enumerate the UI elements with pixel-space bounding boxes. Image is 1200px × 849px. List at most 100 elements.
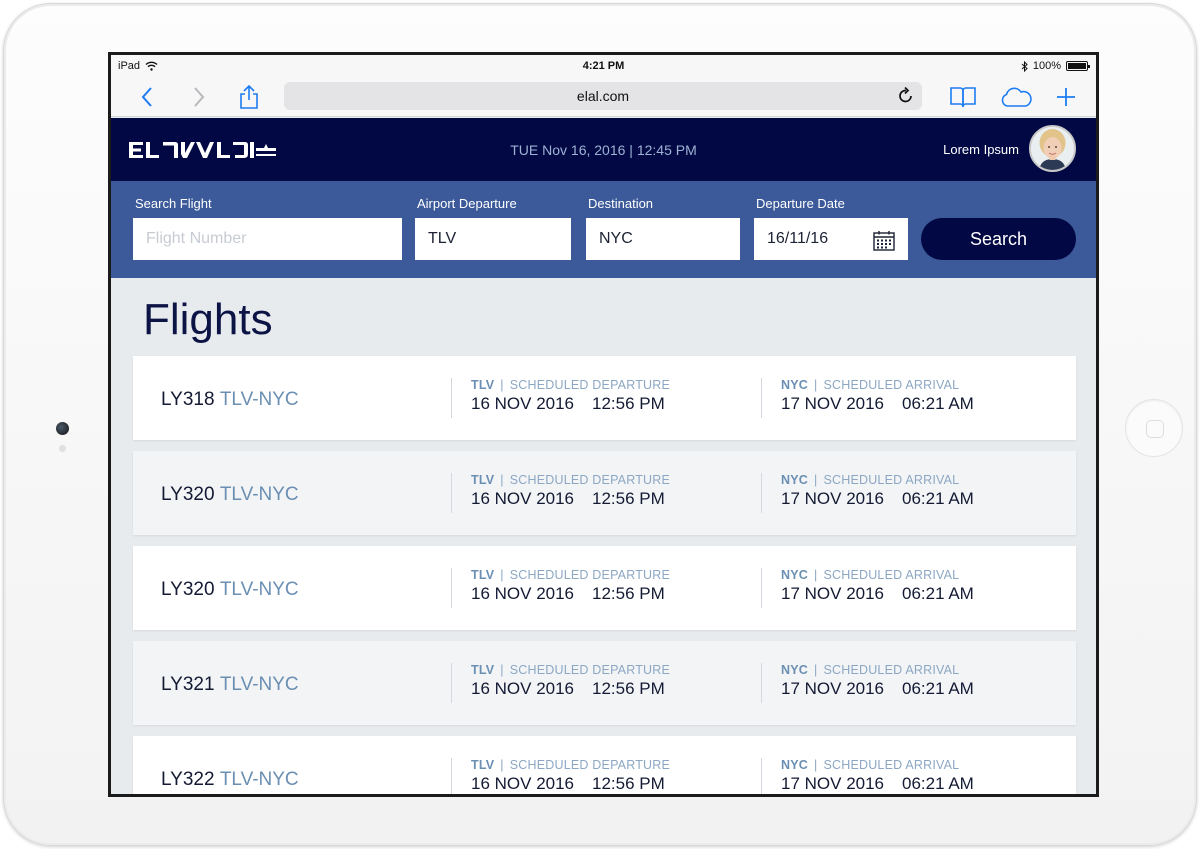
cloud-icon [1001, 87, 1032, 107]
screen: iPad 4:21 PM 100% elal.com TUE Nov 16, 2… [108, 52, 1099, 797]
departure-info: TLV | SCHEDULED DEPARTURE 16 NOV 2016 12:56… [451, 378, 670, 418]
departure-status-label: SCHEDULED DEPARTURE [509, 568, 671, 582]
bookmarks-button[interactable] [949, 83, 977, 111]
arrival-time: 06:21 AM [902, 394, 974, 413]
flight-row[interactable]: LY320 TLV-NYC TLV | SCHEDULED DEPARTURE 16… [133, 546, 1076, 630]
departure-date: 16 NOV 2016 [471, 774, 575, 793]
departure-status-label: SCHEDULED DEPARTURE [509, 758, 671, 772]
departure-airport-input[interactable] [415, 218, 571, 260]
destination-input[interactable] [586, 218, 740, 260]
arrival-time: 06:21 AM [902, 584, 974, 603]
flight-number: LY320 [161, 579, 215, 600]
departure-time: 12:56 PM [592, 774, 665, 793]
new-tab-button[interactable] [1055, 83, 1077, 111]
departure-airport-label: Airport Departure [417, 196, 517, 211]
departure-status-label: SCHEDULED DEPARTURE [509, 378, 671, 392]
arrival-time: 06:21 AM [902, 774, 974, 793]
flight-list: LY318 TLV-NYC TLV | SCHEDULED DEPARTURE 16… [133, 356, 1076, 794]
arrival-code: NYC [781, 568, 808, 582]
flight-number: LY320 [161, 484, 215, 505]
share-icon [240, 85, 258, 109]
search-button[interactable]: Search [921, 218, 1076, 260]
arrival-date: 17 NOV 2016 [781, 679, 885, 698]
departure-time: 12:56 PM [592, 584, 665, 603]
reload-icon [899, 86, 912, 103]
page-title: Flights [143, 295, 273, 344]
flight-row[interactable]: LY318 TLV-NYC TLV | SCHEDULED DEPARTURE 16… [133, 356, 1076, 440]
reload-button[interactable] [898, 86, 914, 107]
status-bar: iPad 4:21 PM 100% [111, 55, 1096, 77]
departure-code: TLV [471, 473, 495, 487]
arrival-status-label: SCHEDULED ARRIVAL [823, 378, 960, 392]
light-sensor [59, 445, 66, 452]
departure-time: 12:56 PM [592, 679, 665, 698]
arrival-time: 06:21 AM [902, 489, 974, 508]
flight-code: LY322 TLV-NYC [161, 769, 299, 791]
flight-number-label: Search Flight [135, 196, 212, 211]
arrival-status-label: SCHEDULED ARRIVAL [823, 568, 960, 582]
back-icon [141, 87, 152, 107]
bookmarks-icon [950, 87, 976, 108]
new-tab-icon [1057, 88, 1075, 106]
arrival-info: NYC | SCHEDULED ARRIVAL 17 NOV 2016 06:21 A… [761, 663, 974, 703]
forward-icon [194, 87, 205, 107]
address-bar[interactable]: elal.com [284, 82, 922, 110]
departure-info: TLV | SCHEDULED DEPARTURE 16 NOV 2016 12:56… [451, 663, 670, 703]
back-button[interactable] [137, 83, 157, 111]
arrival-status-label: SCHEDULED ARRIVAL [823, 758, 960, 772]
flight-number: LY322 [161, 769, 215, 790]
arrival-code: NYC [781, 378, 808, 392]
departure-date: 16 NOV 2016 [471, 679, 575, 698]
departure-status-label: SCHEDULED DEPARTURE [509, 663, 671, 677]
departure-info: TLV | SCHEDULED DEPARTURE 16 NOV 2016 12:56… [451, 568, 670, 608]
departure-code: TLV [471, 378, 495, 392]
departure-info: TLV | SCHEDULED DEPARTURE 16 NOV 2016 12:56… [451, 758, 671, 794]
flight-number-input[interactable] [133, 218, 402, 260]
app-header: TUE Nov 16, 2016 | 12:45 PM Lorem Ipsum [111, 118, 1096, 181]
arrival-date: 17 NOV 2016 [781, 489, 885, 508]
arrival-code: NYC [781, 663, 808, 677]
flight-code: LY321 TLV-NYC [161, 674, 299, 696]
flight-code: LY320 TLV-NYC [161, 484, 299, 506]
battery-icon [1066, 61, 1090, 71]
bluetooth-icon [1021, 60, 1028, 72]
icloud-tabs-button[interactable] [999, 83, 1033, 111]
flight-row[interactable]: LY322 TLV-NYC TLV | SCHEDULED DEPARTURE 16… [133, 736, 1076, 794]
user-name[interactable]: Lorem Ipsum [943, 142, 1019, 157]
arrival-date: 17 NOV 2016 [781, 394, 885, 413]
departure-date-label: Departure Date [756, 196, 845, 211]
battery-percent: 100% [1032, 60, 1061, 72]
share-button[interactable] [237, 83, 261, 111]
flight-row[interactable]: LY321 TLV-NYC TLV | SCHEDULED DEPARTURE 16… [133, 641, 1076, 725]
departure-time: 12:56 PM [592, 489, 665, 508]
calendar-icon [873, 231, 895, 251]
flight-route: TLV-NYC [219, 484, 299, 505]
arrival-info: NYC | SCHEDULED ARRIVAL 17 NOV 2016 06:21 A… [761, 568, 974, 608]
front-camera [56, 422, 69, 435]
arrival-time: 06:21 AM [902, 679, 974, 698]
search-panel: Search Flight Airport Departure Destinat… [111, 181, 1096, 278]
departure-time: 12:56 PM [592, 394, 665, 413]
departure-code: TLV [471, 568, 495, 582]
departure-date: 16 NOV 2016 [471, 584, 575, 603]
flight-code: LY318 TLV-NYC [161, 389, 299, 411]
arrival-code: NYC [781, 473, 808, 487]
date-picker-button[interactable] [873, 230, 895, 256]
forward-button[interactable] [189, 83, 209, 111]
arrival-info: NYC | SCHEDULED ARRIVAL 17 NOV 2016 06:21 A… [761, 378, 974, 418]
flight-route: TLV-NYC [219, 769, 299, 790]
avatar[interactable] [1029, 125, 1076, 172]
url-text: elal.com [576, 88, 630, 104]
arrival-info: NYC | SCHEDULED ARRIVAL 17 NOV 2016 06:21 A… [761, 473, 974, 513]
flight-route: TLV-NYC [219, 674, 299, 695]
arrival-date: 17 NOV 2016 [781, 584, 885, 603]
flight-row[interactable]: LY320 TLV-NYC TLV | SCHEDULED DEPARTURE 16… [133, 451, 1076, 535]
flight-number: LY318 [161, 389, 215, 410]
arrival-info: NYC | SCHEDULED ARRIVAL 17 NOV 2016 06:21 A… [761, 758, 974, 794]
flight-number: LY321 [161, 674, 215, 695]
flight-code: LY320 TLV-NYC [161, 579, 299, 601]
user-photo [1031, 127, 1074, 170]
home-button[interactable] [1125, 399, 1183, 457]
flight-route: TLV-NYC [219, 389, 299, 410]
arrival-status-label: SCHEDULED ARRIVAL [823, 473, 960, 487]
